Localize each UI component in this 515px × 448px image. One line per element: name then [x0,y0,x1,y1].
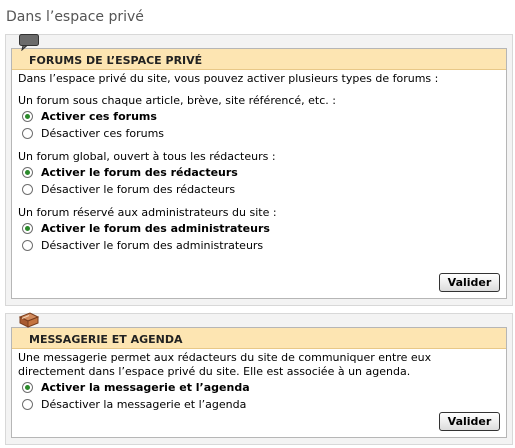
forums-submit-button[interactable]: Valider [439,273,500,292]
radio[interactable] [22,128,33,139]
forums-question-3: Un forum réservé aux administrateurs du … [18,206,277,219]
forums-question-1: Un forum sous chaque article, brève, sit… [18,94,336,107]
radio[interactable] [22,399,33,410]
option-desactiver-forum-admins[interactable]: Désactiver le forum des administrateurs [18,237,500,254]
radio-selected[interactable] [22,167,33,178]
messagerie-panel: MESSAGERIE ET AGENDA Une messagerie perm… [5,313,513,445]
forums-panel: FORUMS DE L’ESPACE PRIVÉ Dans l’espace p… [5,34,513,306]
option-desactiver-ces-forums[interactable]: Désactiver ces forums [18,125,500,142]
messagerie-submit-button[interactable]: Valider [439,412,500,431]
radio-selected[interactable] [22,223,33,234]
option-activer-forum-admins[interactable]: Activer le forum des administrateurs [18,220,500,237]
option-activer-ces-forums[interactable]: Activer ces forums [18,108,500,125]
forums-intro: Dans l’espace privé du site, vous pouvez… [18,72,439,85]
book-icon [18,312,40,328]
page-title: Dans l’espace privé [6,9,144,25]
option-label: Désactiver la messagerie et l’agenda [41,397,247,411]
option-activer-messagerie[interactable]: Activer la messagerie et l’agenda [18,379,500,396]
option-label: Désactiver ces forums [41,126,165,140]
messagerie-header: MESSAGERIE ET AGENDA [12,328,506,349]
option-label: Activer la messagerie et l’agenda [41,380,250,394]
radio-selected[interactable] [22,382,33,393]
option-desactiver-messagerie[interactable]: Désactiver la messagerie et l’agenda [18,396,500,413]
option-label: Désactiver le forum des rédacteurs [41,182,236,196]
option-label: Activer le forum des administrateurs [41,221,270,235]
option-desactiver-forum-redacteurs[interactable]: Désactiver le forum des rédacteurs [18,181,500,198]
radio[interactable] [22,184,33,195]
forums-header: FORUMS DE L’ESPACE PRIVÉ [12,49,506,70]
speech-bubble-icon [19,34,39,51]
messagerie-intro-line2: directement dans l’espace privé du site.… [18,365,411,378]
forums-question-2: Un forum global, ouvert à tous les rédac… [18,150,276,163]
option-activer-forum-redacteurs[interactable]: Activer le forum des rédacteurs [18,164,500,181]
option-label: Désactiver le forum des administrateurs [41,238,264,252]
radio-selected[interactable] [22,111,33,122]
option-label: Activer le forum des rédacteurs [41,165,238,179]
radio[interactable] [22,240,33,251]
messagerie-intro-line1: Une messagerie permet aux rédacteurs du … [18,351,432,364]
option-label: Activer ces forums [41,109,157,123]
messagerie-box: MESSAGERIE ET AGENDA Une messagerie perm… [11,327,507,438]
forums-box: FORUMS DE L’ESPACE PRIVÉ Dans l’espace p… [11,48,507,299]
